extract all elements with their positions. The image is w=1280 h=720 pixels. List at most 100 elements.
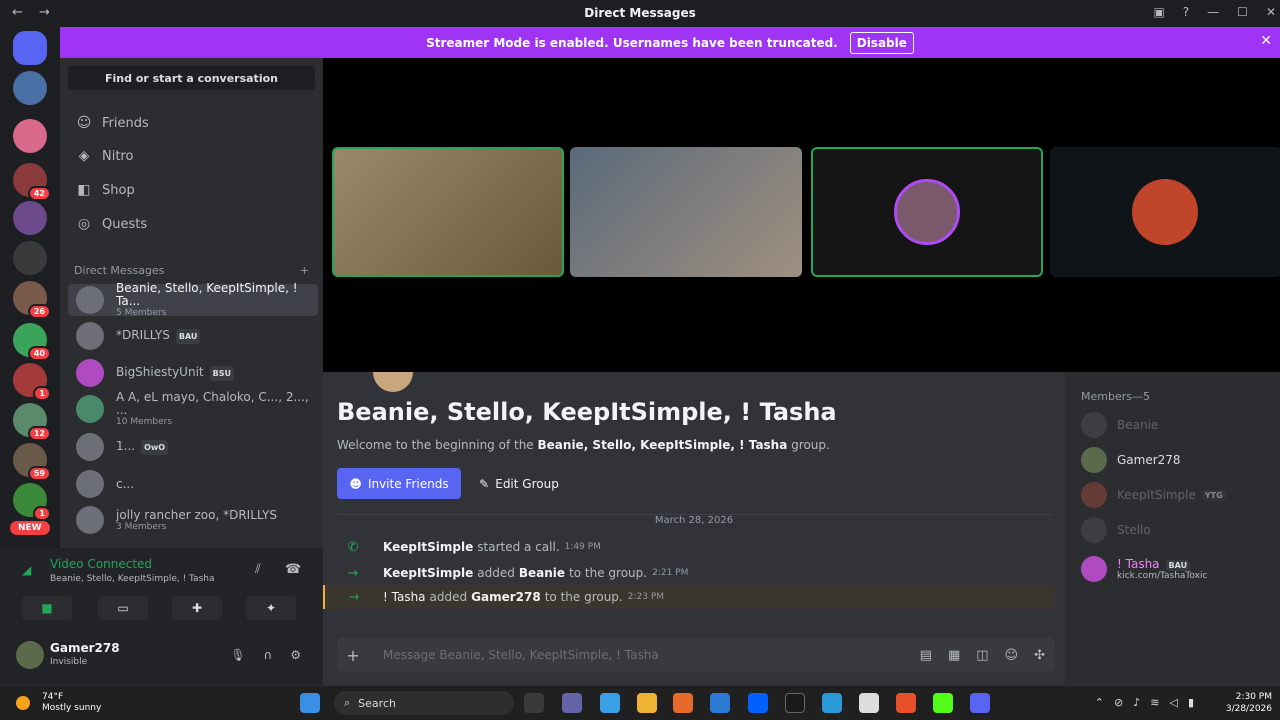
battery-icon[interactable]: ▮ <box>1188 696 1194 709</box>
dm-item[interactable]: c... <box>68 468 318 500</box>
server-icon[interactable]: 40 <box>13 323 51 361</box>
chevron-up-icon[interactable]: ⌃ <box>1095 696 1104 709</box>
maximize-button[interactable]: ☐ <box>1237 5 1248 19</box>
dm-item[interactable]: *DRILLYS BAU <box>68 320 318 352</box>
timestamp: 2:23 PM <box>627 592 665 602</box>
file-icon[interactable] <box>859 693 879 713</box>
brave-icon[interactable] <box>896 693 916 713</box>
server-icon[interactable]: 26 <box>13 281 51 319</box>
video-tile[interactable] <box>1050 147 1280 277</box>
dm-item[interactable]: 1... OwO <box>68 431 318 463</box>
video-tile[interactable] <box>332 147 564 277</box>
add-dm-icon[interactable]: + <box>300 264 309 277</box>
date-divider: March 28, 2026 <box>337 514 1051 526</box>
edit-group-button[interactable]: ✎ Edit Group <box>469 468 569 499</box>
mic-off-icon[interactable]: ⊘ <box>1114 696 1123 709</box>
weather-widget[interactable]: 74°F Mostly sunny <box>16 692 101 714</box>
nav-label: Nitro <box>102 148 134 164</box>
actor[interactable]: KeepItSimple <box>383 540 473 554</box>
dm-item[interactable]: BigShiestyUnit BSU <box>68 357 318 389</box>
nav-nitro[interactable]: ◈ Nitro <box>74 141 134 171</box>
camera-button[interactable]: ■ <box>22 596 72 620</box>
soundboard-button[interactable]: ✦ <box>246 596 296 620</box>
avatar[interactable] <box>16 641 44 669</box>
target[interactable]: Gamer278 <box>471 590 541 604</box>
gif-icon[interactable]: ▦ <box>948 648 960 663</box>
activities-button[interactable]: ✚ <box>172 596 222 620</box>
dm-item[interactable]: A A, eL mayo, Chaloko, C..., 2..., ... 10… <box>68 391 318 427</box>
nav-friends[interactable]: ☺ Friends <box>74 108 149 138</box>
home-button[interactable] <box>13 31 47 65</box>
clock[interactable]: 2:30 PM 3/28/2026 <box>1226 691 1272 715</box>
server-icon[interactable]: 1 <box>13 363 51 401</box>
notion-icon[interactable] <box>785 693 805 713</box>
noise-suppression-icon[interactable]: ⫽ <box>255 562 261 577</box>
server-icon[interactable]: 1 <box>13 483 51 521</box>
signal-icon[interactable]: ◢ <box>22 563 31 577</box>
dm-item[interactable]: jolly rancher zoo, *DRILLYS 3 Members <box>68 504 318 536</box>
dm-item[interactable]: Beanie, Stello, KeepItSimple, ! Ta... 5 M… <box>68 282 318 318</box>
disable-button[interactable]: Disable <box>849 31 914 54</box>
member-item[interactable]: Stello <box>1081 515 1151 545</box>
member-item[interactable]: ! Tasha BAU kick.com/TashaToxic <box>1081 552 1207 586</box>
edge-icon[interactable] <box>822 693 842 713</box>
voice-channel[interactable]: Beanie, Stello, KeepItSimple, ! Tasha <box>50 574 214 584</box>
folder-icon[interactable] <box>637 693 657 713</box>
teams-icon[interactable] <box>562 693 582 713</box>
dm-name: BigShiestyUnit <box>116 364 204 379</box>
server-icon[interactable] <box>13 241 47 275</box>
system-tray: ⌃ ⊘ ♪ ≋ ◁ ▮ <box>1095 696 1194 709</box>
video-tile[interactable] <box>811 147 1043 277</box>
dropbox-icon[interactable] <box>748 693 768 713</box>
avatar <box>76 470 104 498</box>
video-tile[interactable] <box>570 147 802 277</box>
member-item[interactable]: KeepItSimple YTG <box>1081 480 1226 510</box>
minimize-button[interactable]: — <box>1207 5 1219 19</box>
message-input[interactable]: Message Beanie, Stello, KeepItSimple, ! … <box>383 648 659 662</box>
member-item[interactable]: Beanie <box>1081 410 1158 440</box>
nav-quests[interactable]: ◎ Quests <box>74 209 147 239</box>
mic-icon[interactable]: ♪ <box>1133 696 1140 709</box>
taskbar-search[interactable]: ⌕ Search <box>334 691 514 715</box>
start-icon[interactable] <box>300 693 320 713</box>
member-item[interactable]: Gamer278 <box>1081 445 1181 475</box>
emoji-icon[interactable]: ☺ <box>1005 648 1019 663</box>
server-icon[interactable] <box>13 119 47 153</box>
discord-icon[interactable] <box>970 693 990 713</box>
video-stage <box>323 58 1280 372</box>
close-button[interactable]: ✕ <box>1266 5 1276 19</box>
volume-icon[interactable]: ◁ <box>1169 696 1177 709</box>
actor[interactable]: ! Tasha <box>383 590 426 604</box>
wifi-icon[interactable]: ≋ <box>1150 696 1159 709</box>
close-icon[interactable]: ✕ <box>1260 33 1272 49</box>
dm-name: 1... <box>116 438 136 453</box>
dm-name: jolly rancher zoo, *DRILLYS <box>116 507 277 522</box>
kick-icon[interactable] <box>933 693 953 713</box>
server-icon[interactable]: 42 <box>13 163 51 201</box>
gift-icon[interactable]: ▤ <box>920 648 932 663</box>
firefox-icon[interactable] <box>673 693 693 713</box>
server-icon[interactable] <box>13 71 47 105</box>
server-icon[interactable] <box>13 201 47 235</box>
apps-icon[interactable]: ✣ <box>1034 648 1045 663</box>
mail-icon[interactable] <box>710 693 730 713</box>
find-conversation-button[interactable]: Find or start a conversation <box>68 66 315 90</box>
mic-icon[interactable]: 🎙︎ <box>230 648 245 662</box>
sticker-icon[interactable]: ◫ <box>976 648 988 663</box>
disconnect-icon[interactable]: ☎ <box>285 562 301 577</box>
member-activity: kick.com/TashaToxic <box>1117 571 1208 581</box>
app-icon[interactable] <box>524 693 544 713</box>
target[interactable]: Beanie <box>519 566 565 580</box>
attach-icon[interactable]: + <box>337 646 369 665</box>
inbox-icon[interactable]: ▣ <box>1153 5 1164 19</box>
server-icon[interactable]: 12 <box>13 403 51 441</box>
settings-icon[interactable]: ⚙ <box>290 648 301 662</box>
help-icon[interactable]: ? <box>1183 5 1189 19</box>
headphones-icon[interactable]: ∩ <box>263 648 272 662</box>
nav-shop[interactable]: ◧ Shop <box>74 175 134 205</box>
app-icon[interactable] <box>600 693 620 713</box>
actor[interactable]: KeepItSimple <box>383 566 473 580</box>
server-icon[interactable]: 59 <box>13 443 51 481</box>
screen-share-button[interactable]: ▭ <box>98 596 148 620</box>
invite-friends-button[interactable]: ☻ Invite Friends <box>337 468 461 499</box>
